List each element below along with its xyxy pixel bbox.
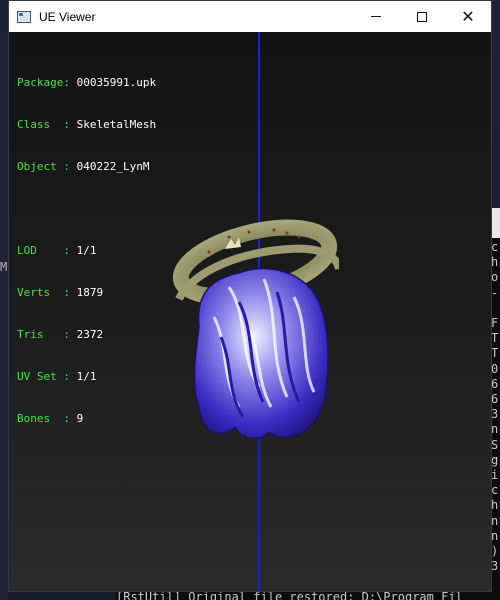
info-value: 9 — [76, 412, 84, 425]
info-label: UV Set : — [17, 370, 77, 383]
info-label: Object : — [17, 160, 77, 173]
ue-viewer-window: UE Viewer ✕ Package: 00035991.upk Class … — [8, 0, 492, 592]
minimize-button[interactable] — [353, 1, 399, 32]
background-window-edge — [0, 30, 8, 600]
info-label: LOD : — [17, 244, 77, 257]
info-label: Class : — [17, 118, 77, 131]
maximize-icon — [417, 11, 427, 22]
maximize-button[interactable] — [399, 1, 445, 32]
mesh-preview — [172, 219, 339, 440]
info-spacer — [17, 202, 156, 216]
info-label: Package: — [17, 76, 77, 89]
app-icon — [17, 10, 31, 23]
close-button[interactable]: ✕ — [445, 1, 491, 32]
info-value: 1/1 — [76, 370, 97, 383]
background-letter: M — [0, 260, 8, 274]
info-row-lod: LOD : 1/1 — [17, 244, 156, 258]
info-row-class: Class : SkeletalMesh — [17, 118, 156, 132]
info-label: Bones : — [17, 412, 77, 425]
info-label: Verts : — [17, 286, 77, 299]
close-icon: ✕ — [461, 6, 475, 26]
background-console-text: c h o - F T T 0 6 6 3 n S g i c h n n ) … — [491, 240, 499, 574]
mesh-info-overlay: Package: 00035991.upk Class : SkeletalMe… — [17, 48, 156, 454]
minimize-icon — [371, 16, 381, 17]
info-row-bones: Bones : 9 — [17, 412, 156, 426]
info-value: 1879 — [76, 286, 104, 299]
info-row-verts: Verts : 1879 — [17, 286, 156, 300]
info-value: 040222_LynM — [76, 160, 150, 173]
info-row-package: Package: 00035991.upk — [17, 76, 156, 90]
info-value: 1/1 — [76, 244, 97, 257]
3d-viewport[interactable]: Package: 00035991.upk Class : SkeletalMe… — [9, 32, 491, 591]
title-bar[interactable]: UE Viewer ✕ — [9, 1, 491, 32]
info-row-uvset: UV Set : 1/1 — [17, 370, 156, 384]
info-value: 2372 — [76, 328, 104, 341]
info-value: SkeletalMesh — [76, 118, 157, 131]
info-row-tris: Tris : 2372 — [17, 328, 156, 342]
window-title: UE Viewer — [39, 9, 96, 24]
background-console-header — [491, 208, 500, 238]
info-label: Tris : — [17, 328, 77, 341]
info-value: 00035991.upk — [76, 76, 157, 89]
hair-mass — [193, 267, 329, 440]
info-row-object: Object : 040222_LynM — [17, 160, 156, 174]
